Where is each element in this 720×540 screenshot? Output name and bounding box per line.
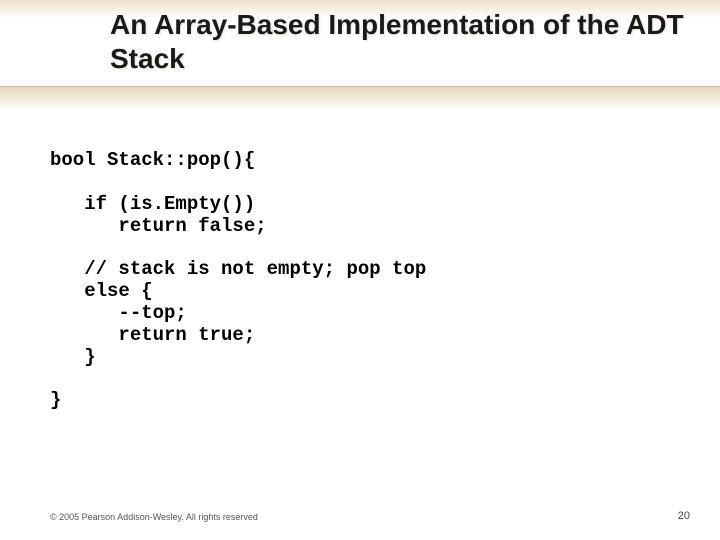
code-line: // stack is not empty; pop top xyxy=(50,258,426,280)
code-block: bool Stack::pop(){ if (is.Empty()) retur… xyxy=(50,150,426,412)
code-line: bool Stack::pop(){ xyxy=(50,149,255,171)
footer-copyright: © 2005 Pearson Addison-Wesley. All right… xyxy=(50,512,258,522)
footer-page-number: 20 xyxy=(678,510,690,522)
code-line: return false; xyxy=(50,215,267,237)
code-line: } xyxy=(50,346,96,368)
code-line: } xyxy=(50,389,61,411)
code-line: --top; xyxy=(50,302,187,324)
code-line: else { xyxy=(50,280,153,302)
code-line: return true; xyxy=(50,324,255,346)
title-underline xyxy=(0,86,720,110)
slide-header: An Array-Based Implementation of the ADT… xyxy=(0,0,720,110)
slide-title: An Array-Based Implementation of the ADT… xyxy=(110,8,720,75)
code-line: if (is.Empty()) xyxy=(50,193,255,215)
